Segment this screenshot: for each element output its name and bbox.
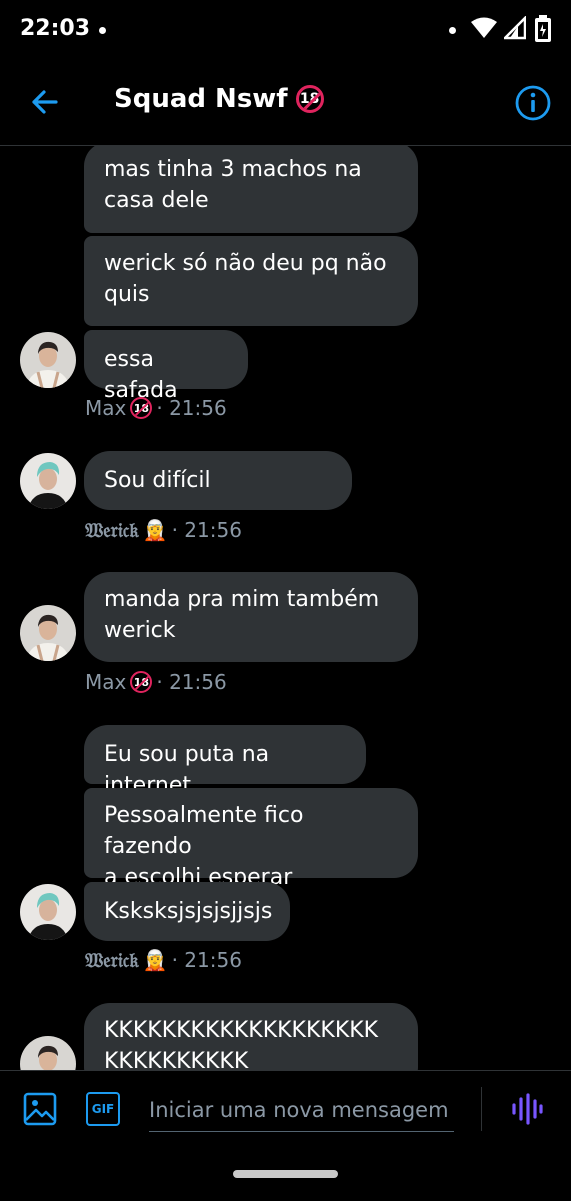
back-arrow-icon[interactable]	[26, 82, 66, 122]
battery-icon	[535, 15, 551, 42]
message-time: · 21:56	[156, 396, 227, 420]
avatar-werick[interactable]	[20, 453, 76, 509]
sender-name: Max	[85, 396, 127, 420]
message-meta: Max 18 · 21:56	[85, 670, 227, 694]
message-bubble[interactable]: werick só não deu pq não quis	[84, 236, 418, 326]
conversation-header: Squad Nswf 18	[0, 60, 571, 146]
notification-dot	[99, 27, 106, 34]
message-composer: GIF	[0, 1070, 571, 1201]
message-meta: 𝔚𝔢𝔯𝔦𝔠𝔨 🧝 · 21:56	[85, 518, 242, 542]
wifi-icon	[471, 17, 497, 38]
message-bubble[interactable]: manda pra mim também werick	[84, 572, 418, 662]
message-bubble[interactable]: essa safada	[84, 330, 248, 403]
elf-emoji-icon: 🧝	[142, 948, 168, 972]
voice-message-icon[interactable]	[510, 1093, 544, 1125]
adult-18-badge-icon: 18	[130, 397, 153, 419]
sender-name: Max	[85, 670, 127, 694]
elf-emoji-icon: 🧝	[142, 518, 168, 542]
avatar-max[interactable]	[20, 332, 76, 388]
message-meta: Max 18 · 21:56	[85, 396, 227, 420]
message-bubble[interactable]: Sou difícil	[84, 451, 352, 510]
message-input[interactable]	[149, 1089, 454, 1132]
message-bubble[interactable]: KKKKKKKKKKKKKKKKKKK KKKKKKKKKK	[84, 1003, 418, 1070]
image-icon[interactable]	[22, 1091, 58, 1127]
message-list[interactable]: mas tinha 3 machos na casa dele werick s…	[0, 146, 571, 1070]
divider	[481, 1087, 482, 1131]
avatar-max[interactable]	[20, 605, 76, 661]
conversation-title[interactable]: Squad Nswf 18	[114, 84, 324, 114]
message-bubble[interactable]: Ksksksjsjsjsjjsjs	[84, 882, 290, 941]
adult-18-badge-icon: 18	[130, 671, 153, 693]
avatar-max[interactable]	[20, 1036, 76, 1070]
message-bubble[interactable]: mas tinha 3 machos na casa dele	[84, 146, 418, 233]
gif-button[interactable]: GIF	[86, 1092, 120, 1126]
message-time: · 21:56	[171, 518, 242, 542]
message-bubble[interactable]: Eu sou puta na internet	[84, 725, 366, 798]
sender-name: 𝔚𝔢𝔯𝔦𝔠𝔨	[85, 518, 139, 542]
notification-dot	[449, 27, 456, 34]
home-indicator[interactable]	[233, 1170, 338, 1178]
message-bubble[interactable]: Pessoalmente fico fazendo a escolhi espe…	[84, 788, 418, 890]
avatar-werick[interactable]	[20, 884, 76, 940]
cellular-signal-icon	[504, 16, 526, 40]
status-time: 22:03	[20, 16, 91, 41]
sender-name: 𝔚𝔢𝔯𝔦𝔠𝔨	[85, 948, 139, 972]
info-icon[interactable]	[514, 84, 552, 122]
message-time: · 21:56	[156, 670, 227, 694]
status-bar: 22:03	[0, 0, 571, 60]
message-time: · 21:56	[171, 948, 242, 972]
adult-18-badge-icon: 18	[295, 85, 324, 113]
conversation-title-text: Squad Nswf	[114, 84, 288, 114]
message-meta: 𝔚𝔢𝔯𝔦𝔠𝔨 🧝 · 21:56	[85, 948, 242, 972]
